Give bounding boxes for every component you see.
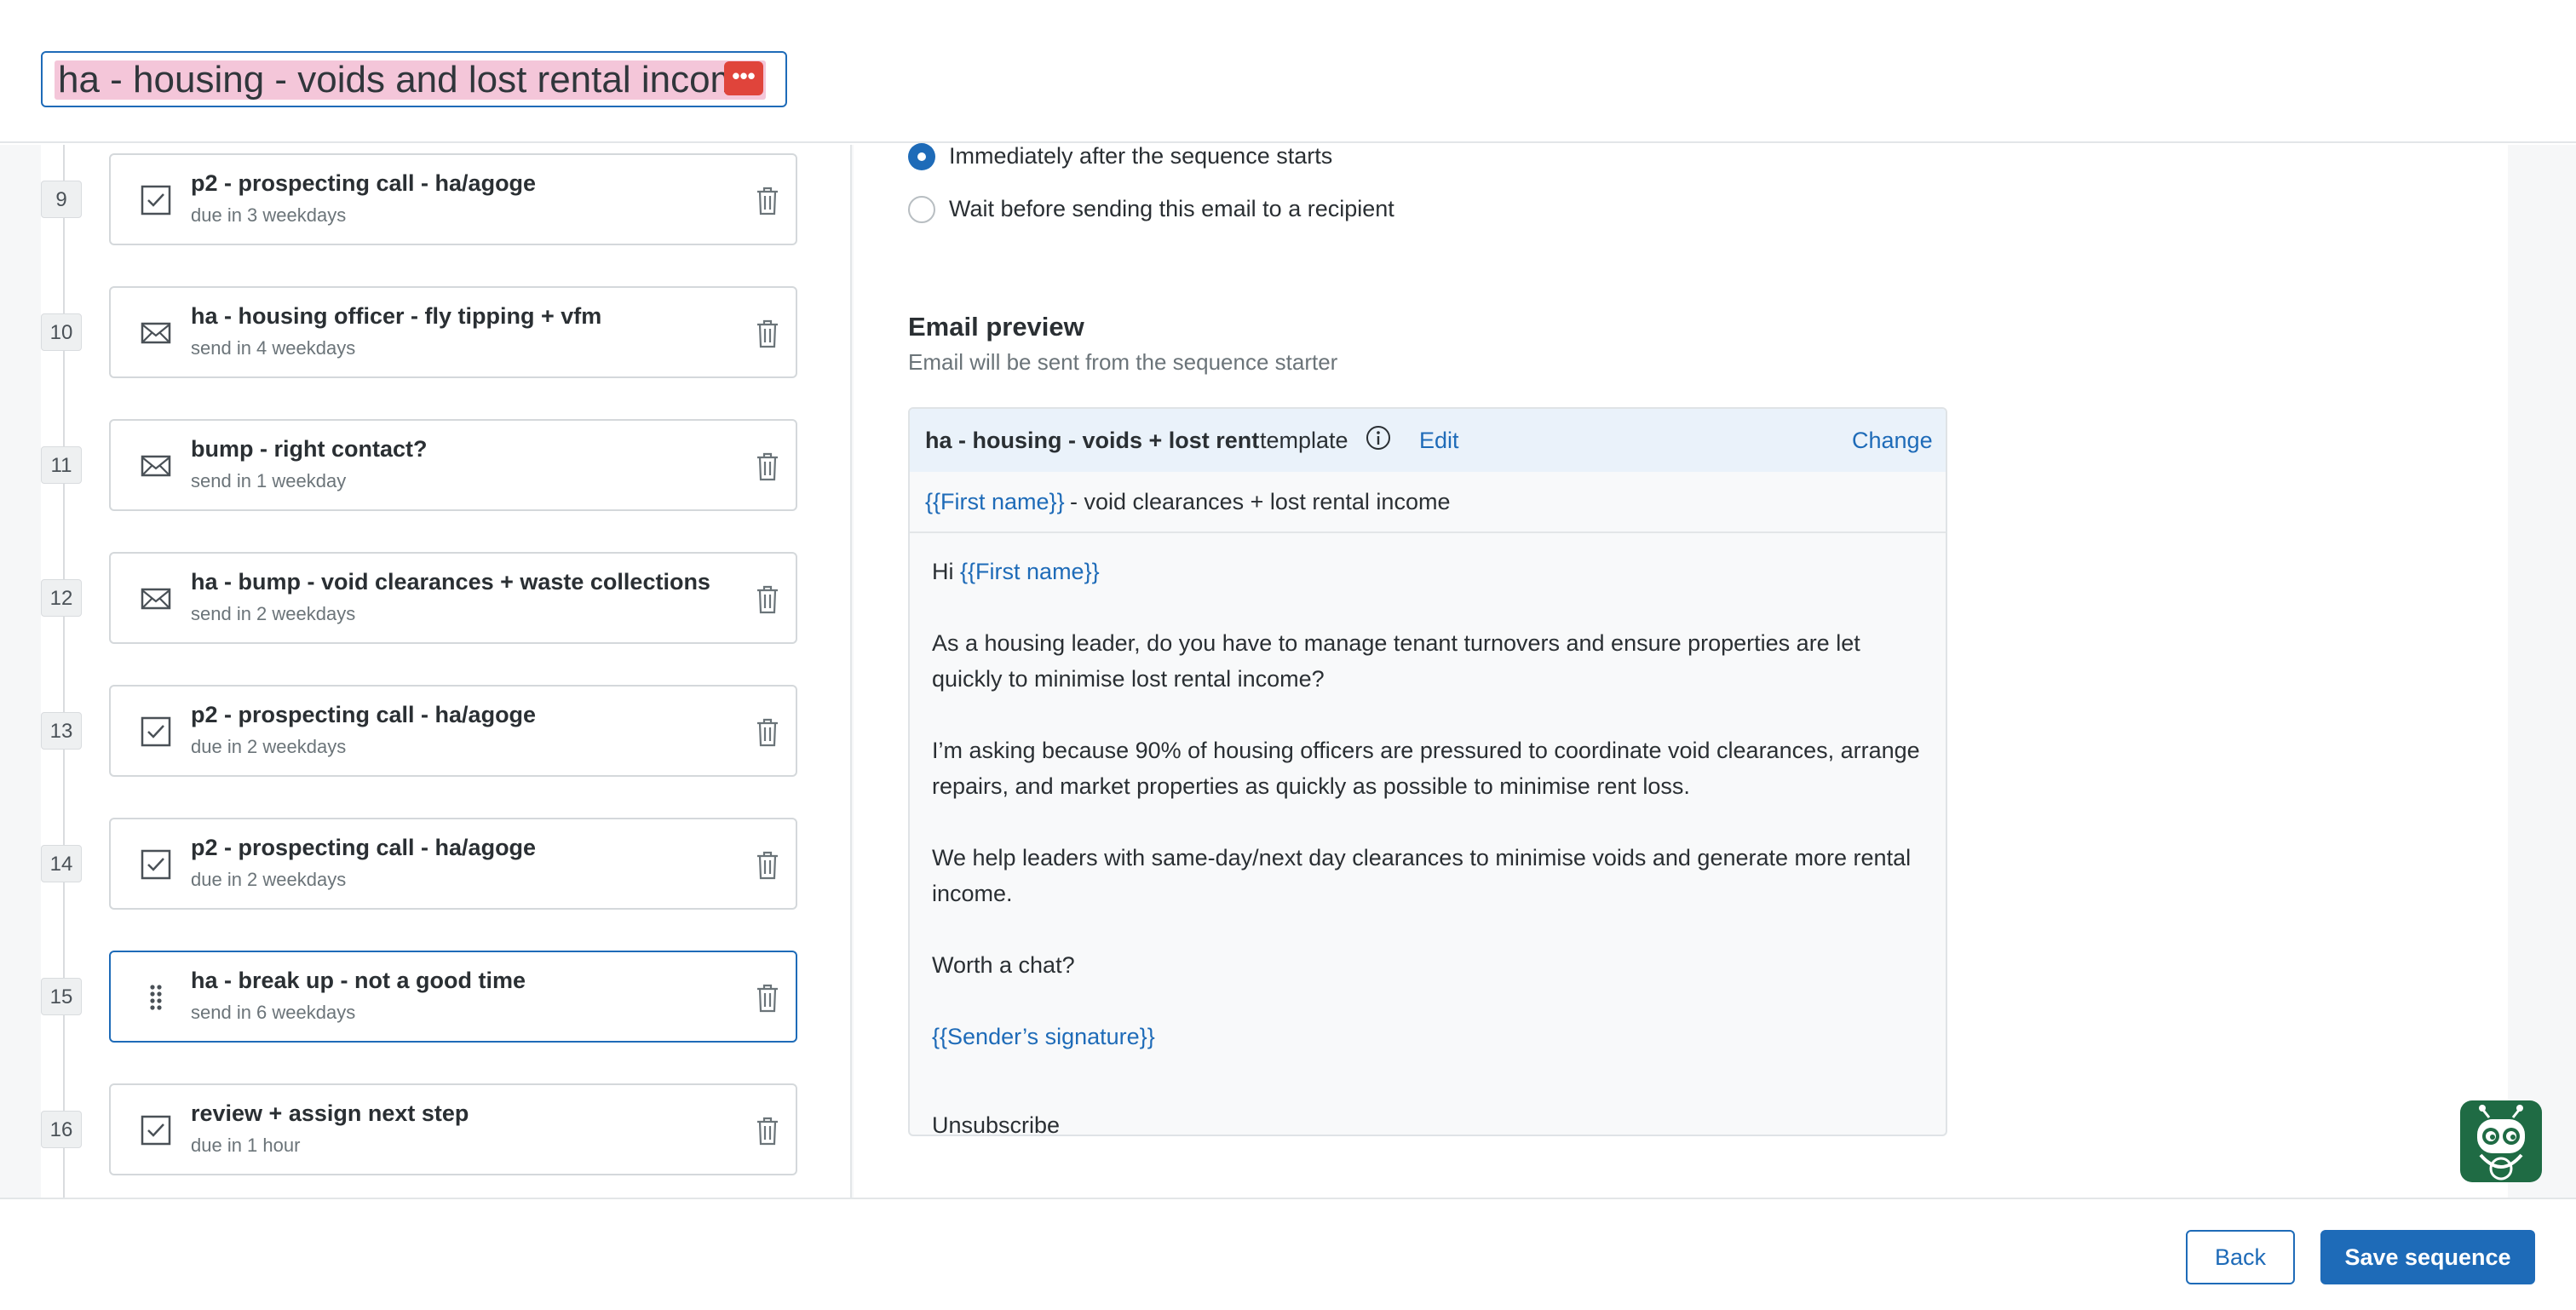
step-title: bump - right contact? [191,436,428,462]
robot-icon [2477,1105,2525,1181]
edit-template-link[interactable]: Edit [1419,428,1459,454]
step-title: ha - bump - void clearances + waste coll… [191,569,710,595]
trash-icon[interactable] [755,717,780,748]
subject-variable: {{First name}} [925,489,1065,514]
step-timing: due in 2 weekdays [191,736,347,757]
step-timing: due in 2 weekdays [191,869,347,890]
back-button[interactable]: Back [2186,1230,2295,1284]
trash-icon[interactable] [755,319,780,349]
step-number: 16 [41,1111,82,1148]
step-card-selected[interactable]: ha - break up - not a good time send in … [109,951,797,1043]
step-card[interactable]: ha - housing officer - fly tipping + vfm… [109,286,797,378]
email-paragraph-2: I’m asking because 90% of housing office… [932,738,1920,799]
step-card[interactable]: bump - right contact? send in 1 weekday [109,419,797,511]
email-paragraph-4: Worth a chat? [932,952,1075,978]
email-preview-box: ha - housing - voids + lost rent templat… [908,407,1947,1136]
template-label: template [1260,428,1348,453]
step-title: review + assign next step [191,1100,469,1126]
trash-icon[interactable] [755,850,780,881]
envelope-icon [141,455,171,477]
footer-bar: Back Save sequence [0,1198,2576,1310]
radio-wait[interactable] [908,196,935,223]
step-card[interactable]: ha - bump - void clearances + waste coll… [109,552,797,644]
task-checkbox-icon [141,185,171,215]
step-timing: send in 2 weekdays [191,603,356,624]
step-number: 9 [41,181,82,218]
change-template-link[interactable]: Change [1852,428,1933,454]
task-checkbox-icon [141,849,171,880]
header: ha - housing - voids and lost rental inc… [0,0,2576,143]
email-subject: {{First name}} - void clearances + lost … [910,472,1946,533]
step-timing: send in 6 weekdays [191,1002,356,1023]
email-greeting: Hi {{First name}} [932,554,1929,589]
template-header: ha - housing - voids + lost rent templat… [910,409,1946,472]
envelope-icon [141,322,171,344]
step-card[interactable]: review + assign next step due in 1 hour [109,1083,797,1175]
extension-badge-icon[interactable]: ••• [724,61,763,95]
drag-handle-icon[interactable] [140,981,172,1014]
email-preview-subtitle: Email will be sent from the sequence sta… [908,349,1338,375]
trash-icon[interactable] [755,584,780,615]
step-card[interactable]: p2 - prospecting call - ha/agoge due in … [109,818,797,910]
step-title: p2 - prospecting call - ha/agoge [191,702,537,727]
email-preview-title: Email preview [908,312,1084,342]
trash-icon[interactable] [755,983,780,1014]
step-timing: due in 3 weekdays [191,204,347,226]
step-title: p2 - prospecting call - ha/agoge [191,170,537,196]
step-number: 13 [41,712,82,750]
sender-signature-variable: {{Sender’s signature}} [932,1024,1155,1049]
step-card[interactable]: p2 - prospecting call - ha/agoge due in … [109,685,797,777]
step-title: p2 - prospecting call - ha/agoge [191,835,537,860]
task-checkbox-icon [141,716,171,747]
step-number: 14 [41,845,82,882]
email-paragraph-1: As a housing leader, do you have to mana… [932,630,1860,692]
step-number: 11 [41,446,82,484]
trash-icon[interactable] [755,451,780,482]
step-card[interactable]: p2 - prospecting call - ha/agoge due in … [109,153,797,245]
greeting-variable: {{First name}} [960,559,1100,584]
sequence-title-text: ha - housing - voids and lost rental inc… [55,60,766,100]
radio-wait-label: Wait before sending this email to a reci… [949,196,1394,221]
radio-immediately-label: Immediately after the sequence starts [949,143,1333,169]
step-number: 10 [41,313,82,351]
step-number: 15 [41,978,82,1015]
sequence-title-input[interactable]: ha - housing - voids and lost rental inc… [41,51,787,107]
assistant-robot-button[interactable] [2460,1100,2542,1182]
subject-text: - void clearances + lost rental income [1070,489,1451,514]
trash-icon[interactable] [755,186,780,216]
task-checkbox-icon [141,1115,171,1146]
step-title: ha - housing officer - fly tipping + vfm [191,303,602,329]
timeline-line [63,145,65,1198]
unsubscribe-link[interactable]: Unsubscribe [932,1107,1060,1135]
step-number: 12 [41,579,82,617]
greeting-text: Hi [932,559,954,584]
email-paragraph-3: We help leaders with same-day/next day c… [932,845,1912,906]
step-timing: send in 4 weekdays [191,337,356,359]
envelope-icon [141,588,171,610]
step-timing: due in 1 hour [191,1135,301,1156]
step-title: ha - break up - not a good time [191,968,526,993]
step-timing: send in 1 weekday [191,470,347,491]
trash-icon[interactable] [755,1116,780,1146]
info-icon[interactable] [1365,424,1392,451]
save-sequence-button[interactable]: Save sequence [2320,1230,2535,1284]
radio-immediately[interactable] [908,143,935,170]
template-name: ha - housing - voids + lost rent [925,428,1260,453]
